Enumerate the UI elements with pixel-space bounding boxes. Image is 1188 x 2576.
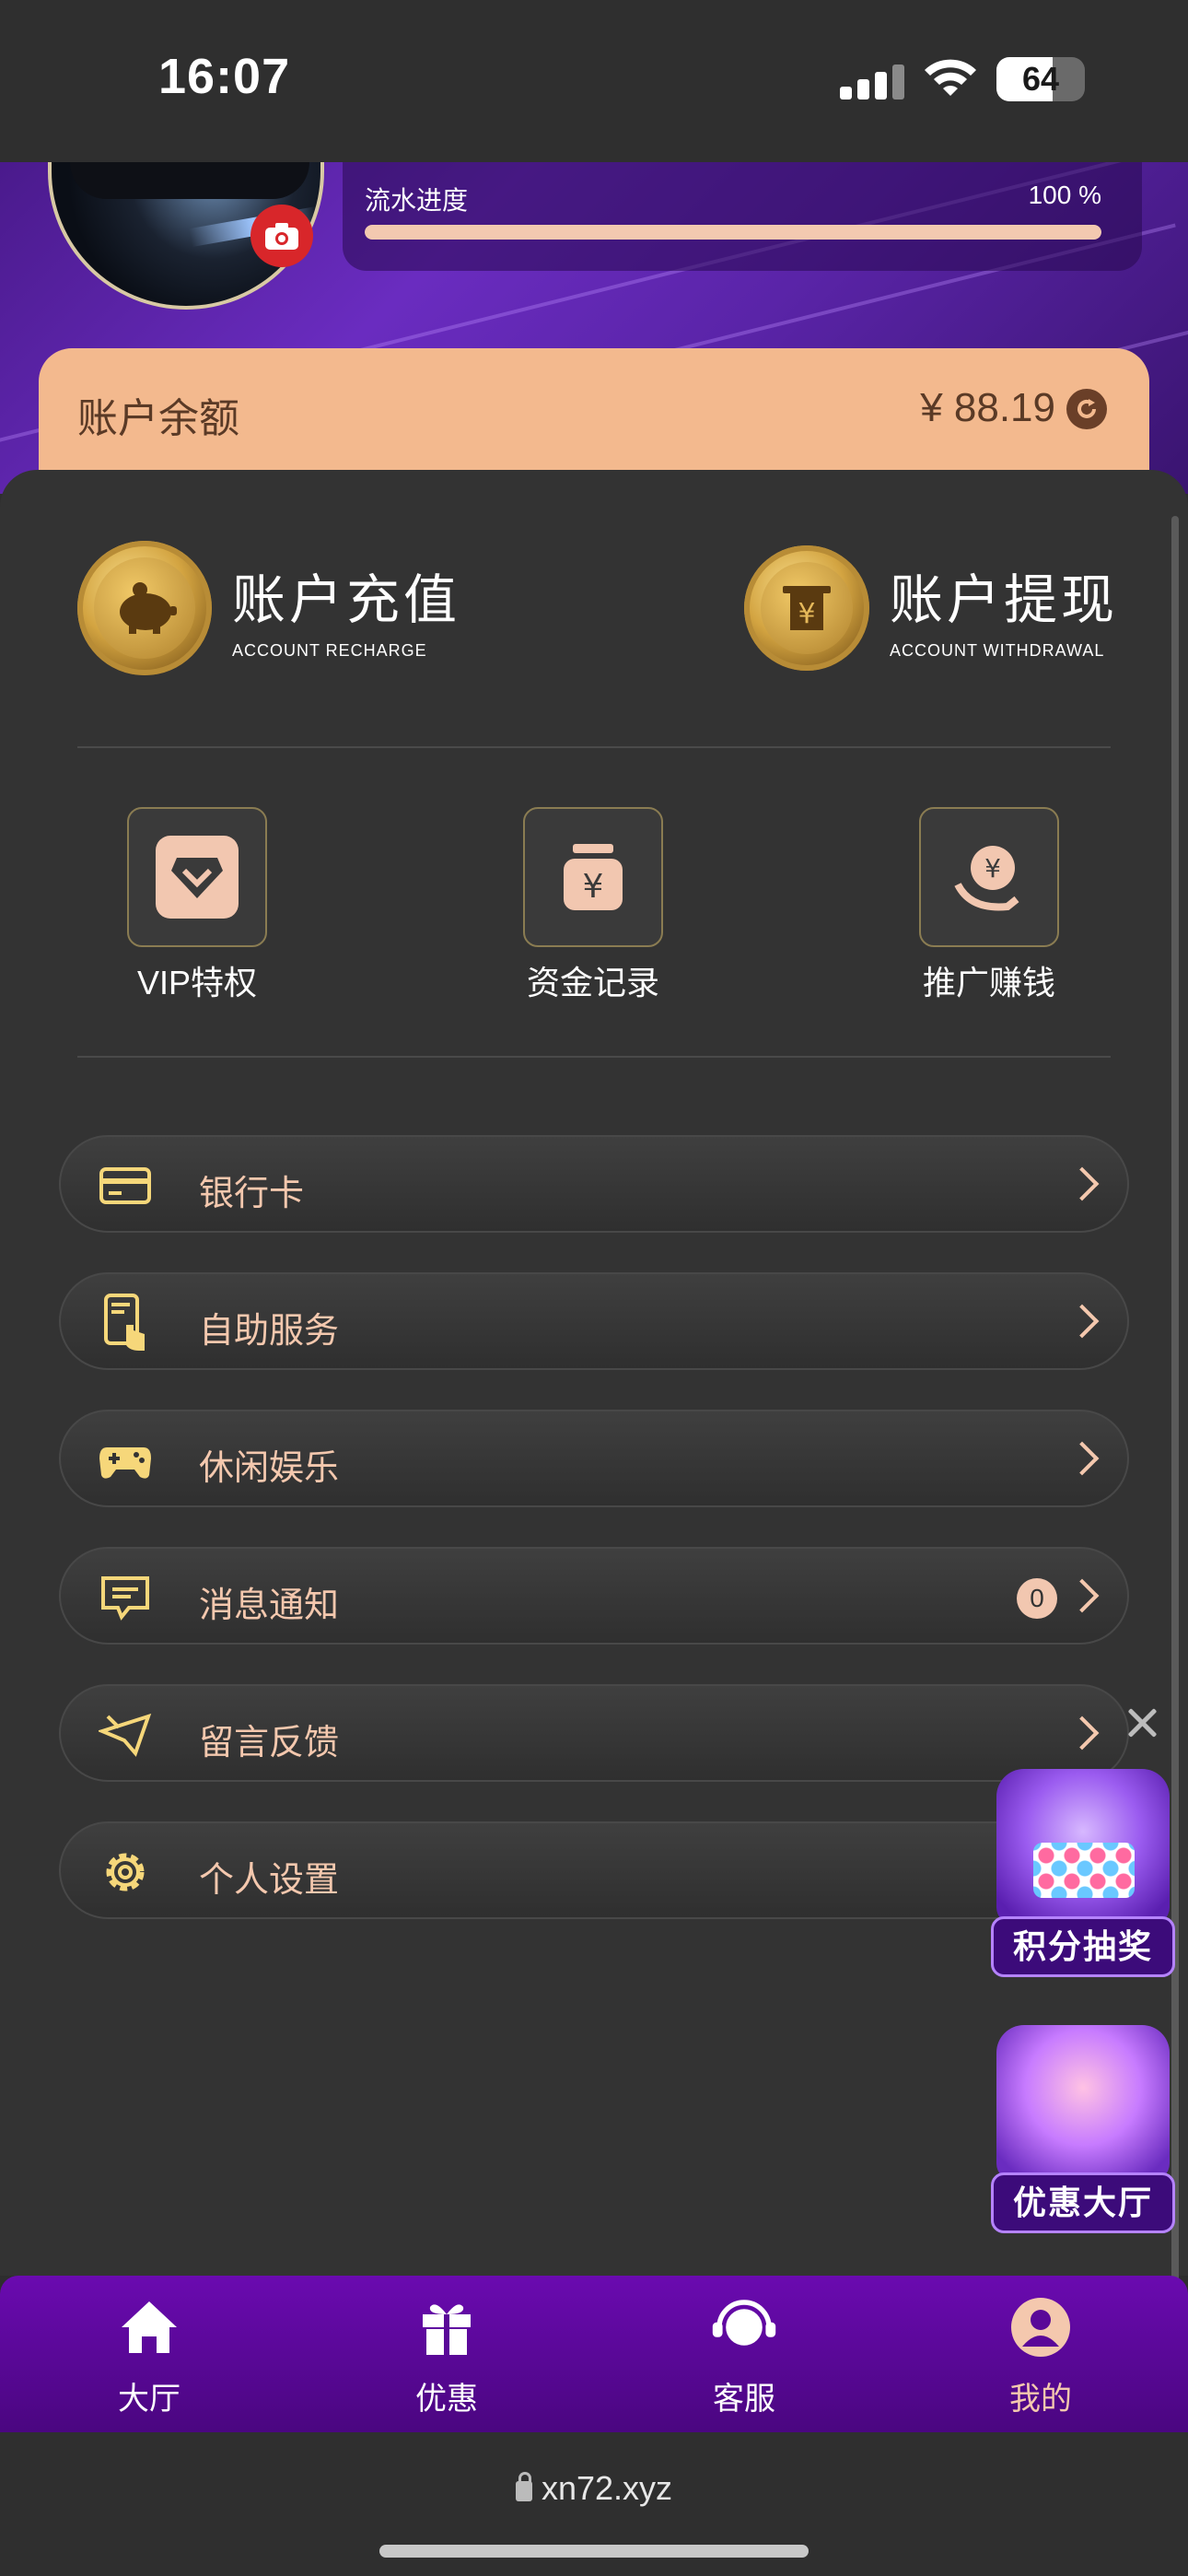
vip-privilege-button[interactable]: VIP特权 bbox=[96, 807, 298, 1004]
balance-card: 账户余额 ¥ 88.19 bbox=[39, 348, 1149, 486]
tab-label: 大厅 bbox=[118, 2382, 181, 2417]
chevron-right-icon bbox=[1065, 1715, 1100, 1751]
menu-feedback[interactable]: 留言反馈 bbox=[59, 1684, 1129, 1782]
notification-count-badge: 0 bbox=[1017, 1578, 1057, 1619]
url-text: xn72.xyz bbox=[541, 2469, 673, 2507]
progress-label: 流水进度 bbox=[365, 186, 469, 215]
chevron-right-icon bbox=[1065, 1578, 1100, 1613]
svg-text:¥: ¥ bbox=[798, 598, 815, 630]
battery-percent: 64 bbox=[1021, 60, 1060, 98]
chevron-right-icon bbox=[1065, 1304, 1100, 1339]
tab-promotions[interactable]: 优惠 bbox=[355, 2294, 539, 2418]
svg-text:¥: ¥ bbox=[984, 853, 1001, 884]
gift-box-icon bbox=[996, 2025, 1170, 2182]
home-icon bbox=[116, 2294, 182, 2360]
progress-value: 100 % bbox=[1028, 181, 1101, 209]
paper-plane-icon bbox=[98, 1707, 153, 1762]
status-bar: 16:07 64 bbox=[0, 0, 1188, 162]
menu-entertainment[interactable]: 休闲娱乐 bbox=[59, 1410, 1129, 1507]
hand-coin-icon: ¥ bbox=[948, 836, 1031, 919]
gamepad-icon bbox=[98, 1433, 153, 1488]
chevron-right-icon bbox=[1065, 1441, 1100, 1476]
atm-yuan-icon: ¥ bbox=[744, 545, 869, 671]
menu-self-service[interactable]: 自助服务 bbox=[59, 1272, 1129, 1370]
diamond-icon bbox=[156, 836, 239, 919]
promo-hall-widget[interactable]: 优惠大厅 bbox=[991, 2025, 1175, 2237]
tab-label: 我的 bbox=[1009, 2382, 1072, 2417]
address-bar[interactable]: xn72.xyz bbox=[0, 2469, 1188, 2508]
progress-fill bbox=[365, 225, 1101, 240]
quick-links: VIP特权 ¥ 资金记录 ¥ 推广赚钱 bbox=[0, 807, 1188, 1001]
menu-label: 银行卡 bbox=[199, 1175, 305, 1213]
menu-bank-card[interactable]: 银行卡 bbox=[59, 1135, 1129, 1233]
tab-label: 优惠 bbox=[415, 2382, 478, 2417]
action-row: 账户充值 ACCOUNT RECHARGE ¥ 账户提现 ACCOUNT WIT… bbox=[0, 541, 1188, 675]
menu-label: 留言反馈 bbox=[199, 1724, 340, 1762]
quick-label: 资金记录 bbox=[526, 964, 659, 1001]
promote-earn-button[interactable]: ¥ 推广赚钱 bbox=[888, 807, 1090, 1004]
quick-label: 推广赚钱 bbox=[922, 964, 1055, 1001]
menu-label: 自助服务 bbox=[199, 1312, 340, 1351]
menu-label: 个人设置 bbox=[199, 1861, 340, 1900]
withdraw-button[interactable]: ¥ 账户提现 ACCOUNT WITHDRAWAL bbox=[744, 544, 1118, 673]
bottom-tab-bar: 大厅 优惠 客服 我的 bbox=[0, 2276, 1188, 2432]
gear-icon bbox=[98, 1844, 153, 1900]
battery-icon: 64 bbox=[996, 57, 1085, 101]
tab-mine[interactable]: 我的 bbox=[949, 2294, 1133, 2418]
gift-icon bbox=[413, 2294, 480, 2360]
recharge-button[interactable]: 账户充值 ACCOUNT RECHARGE bbox=[77, 541, 461, 675]
wifi-icon bbox=[925, 59, 976, 96]
tab-lobby[interactable]: 大厅 bbox=[57, 2294, 241, 2418]
headset-icon bbox=[711, 2294, 777, 2360]
close-icon[interactable] bbox=[1122, 1703, 1162, 1743]
home-indicator[interactable] bbox=[379, 2545, 809, 2558]
points-lottery-widget[interactable]: 积分抽奖 bbox=[991, 1769, 1175, 1981]
withdraw-title: 账户提现 bbox=[890, 569, 1119, 630]
user-icon bbox=[1007, 2294, 1074, 2360]
lottery-label: 积分抽奖 bbox=[991, 1916, 1175, 1977]
progress-bar bbox=[365, 225, 1101, 240]
withdraw-subtitle: ACCOUNT WITHDRAWAL bbox=[890, 640, 1105, 660]
fund-records-button[interactable]: ¥ 资金记录 bbox=[492, 807, 694, 1004]
tab-label: 客服 bbox=[713, 2382, 775, 2417]
refresh-icon[interactable] bbox=[1066, 389, 1107, 429]
status-time: 16:07 bbox=[158, 49, 291, 104]
lottery-machine-icon bbox=[996, 1769, 1170, 1926]
recharge-subtitle: ACCOUNT RECHARGE bbox=[232, 640, 427, 660]
chevron-right-icon bbox=[1065, 1166, 1100, 1201]
account-panel: 账户充值 ACCOUNT RECHARGE ¥ 账户提现 ACCOUNT WIT… bbox=[0, 470, 1188, 2276]
divider bbox=[77, 1056, 1111, 1058]
menu-label: 休闲娱乐 bbox=[199, 1449, 340, 1488]
balance-value: ¥ 88.19 bbox=[920, 385, 1055, 430]
menu-label: 消息通知 bbox=[199, 1587, 340, 1625]
menu-settings[interactable]: 个人设置 bbox=[59, 1821, 1129, 1919]
recharge-title: 账户充值 bbox=[232, 569, 461, 630]
balance-label: 账户余额 bbox=[77, 396, 239, 441]
svg-text:¥: ¥ bbox=[583, 868, 604, 906]
tab-customer-service[interactable]: 客服 bbox=[652, 2294, 836, 2418]
browser-bar: xn72.xyz bbox=[0, 2432, 1188, 2576]
touch-device-icon bbox=[98, 1294, 153, 1351]
piggy-bank-icon bbox=[77, 541, 212, 675]
battery-tip bbox=[1077, 70, 1085, 88]
signal-icon bbox=[840, 63, 904, 100]
lock-icon bbox=[515, 2472, 532, 2501]
quick-label: VIP特权 bbox=[136, 964, 258, 1001]
turnover-progress: 流水进度 100 % bbox=[343, 162, 1142, 271]
camera-icon[interactable] bbox=[250, 205, 313, 267]
bank-card-icon bbox=[98, 1158, 153, 1213]
promo-hall-label: 优惠大厅 bbox=[991, 2172, 1175, 2233]
divider bbox=[77, 746, 1111, 748]
menu-notifications[interactable]: 消息通知 0 bbox=[59, 1547, 1129, 1645]
message-icon bbox=[98, 1570, 153, 1625]
money-bag-icon: ¥ bbox=[552, 836, 635, 919]
